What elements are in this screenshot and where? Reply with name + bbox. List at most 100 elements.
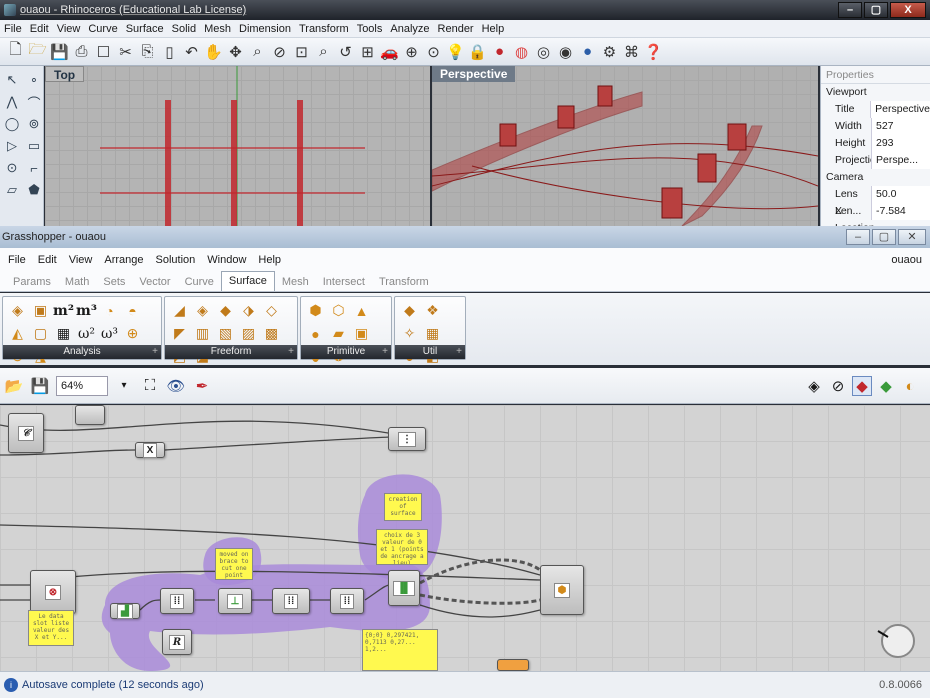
surface-closest-icon[interactable]: ◓ — [122, 300, 143, 321]
lock-icon[interactable]: 🔒 — [468, 42, 487, 61]
area-moments-icon[interactable]: m² — [53, 300, 74, 321]
menu-tools[interactable]: Tools — [357, 23, 383, 35]
new-file-icon[interactable]: 🗋 — [6, 41, 25, 61]
tab-surface[interactable]: Surface — [220, 271, 275, 291]
volume-icon[interactable]: ω² — [76, 323, 97, 344]
options-icon[interactable]: ⚙ — [600, 42, 619, 61]
box-props-icon[interactable]: ▣ — [30, 300, 51, 321]
domain-box-icon[interactable]: ⬡ — [328, 300, 349, 321]
box-2pt-icon[interactable]: ⬢ — [305, 300, 326, 321]
tab-mesh[interactable]: Mesh — [275, 273, 316, 291]
minimize-button[interactable]: – — [838, 2, 862, 18]
brep-edges-icon[interactable]: ⊕ — [122, 323, 143, 344]
perspective-viewport[interactable]: Perspective — [432, 66, 818, 226]
center-box-icon[interactable]: ▣ — [351, 323, 372, 344]
sketch-pen-icon[interactable]: ✒ — [192, 376, 212, 396]
zoom-extents-icon[interactable]: ⊡ — [292, 42, 311, 61]
loft-icon[interactable]: ◢ — [169, 300, 190, 321]
zoom-dropdown-icon[interactable]: ▾ — [114, 376, 134, 396]
properties-header[interactable]: Properties — [821, 66, 930, 84]
note-values-panel[interactable]: {0;0} 0,297421, 0,7113 0,27... 1,2... — [362, 629, 438, 671]
cap-holes-icon[interactable]: ❖ — [422, 300, 443, 321]
gh-param-component[interactable] — [75, 405, 105, 425]
selected-preview-icon[interactable]: ◆ — [876, 376, 896, 396]
pan-hand-icon[interactable]: ✋ — [204, 42, 223, 61]
menu-help[interactable]: Help — [482, 23, 505, 35]
gh-maximize-button[interactable]: ▢ — [872, 229, 896, 245]
sphere-icon[interactable]: ● — [578, 42, 597, 61]
open-folder-icon[interactable]: 🗁 — [28, 41, 47, 61]
polygon-tool-icon[interactable]: ▷ — [2, 136, 22, 156]
panel-analysis-label[interactable]: Analysis + — [3, 345, 161, 359]
copy-icon[interactable]: ⎘ — [138, 42, 157, 61]
gh-menu-arrange[interactable]: Arrange — [104, 254, 143, 266]
sweep-icon[interactable]: ◈ — [192, 300, 213, 321]
car-icon[interactable]: 🚗 — [380, 42, 399, 61]
box-icon[interactable]: ▢ — [30, 323, 51, 344]
gh-list-item-component-1[interactable]: ⁞⁞ — [160, 588, 194, 614]
gh-close-button[interactable]: ✕ — [898, 229, 926, 245]
fillet-tool-icon[interactable]: ⌐ — [24, 158, 44, 178]
zoom-icon[interactable]: ⌕ — [248, 42, 267, 61]
grasshopper-icon[interactable]: ⌘ — [622, 42, 641, 61]
four-viewports-icon[interactable]: ⊞ — [358, 42, 377, 61]
gh-top-right-component[interactable]: ⋮ — [388, 427, 426, 451]
fragment-patch-icon[interactable]: ▧ — [215, 323, 236, 344]
volume-3-icon[interactable]: ω³ — [99, 323, 120, 344]
gh-list-item-component-2[interactable]: ⊥ — [218, 588, 252, 614]
ellipse-tool-icon[interactable]: ⊙ — [2, 158, 22, 178]
prop-xlocation-field[interactable]: -7.584 — [871, 203, 930, 220]
divide-surface-icon[interactable]: ▦ — [422, 323, 443, 344]
tab-transform[interactable]: Transform — [372, 273, 436, 291]
rotate-view-icon[interactable]: ✥ — [226, 42, 245, 61]
gh-list-item-component-3[interactable]: ⁞⁞ — [272, 588, 310, 614]
rail-revolution-icon[interactable]: ⬗ — [238, 300, 259, 321]
cone-icon[interactable]: ▲ — [351, 300, 372, 321]
prop-lens-field[interactable]: 50.0 — [871, 186, 930, 203]
prop-projection-select[interactable]: Perspe... — [871, 152, 930, 169]
principal-curvature-icon[interactable]: ◭ — [7, 323, 28, 344]
menu-edit[interactable]: Edit — [30, 23, 49, 35]
zoom-selected-icon[interactable]: ⌕ — [314, 42, 333, 61]
menu-curve[interactable]: Curve — [88, 23, 117, 35]
gh-divide-component[interactable]: ⊗ — [30, 570, 76, 614]
gh-menu-help[interactable]: Help — [258, 254, 281, 266]
note-data-slot[interactable]: Le data slot liste valeur des X et Y... — [28, 610, 74, 646]
evaluate-surface-icon[interactable]: ◔ — [99, 300, 120, 321]
note-moved-brace[interactable]: moved on brace to cut one point — [215, 548, 253, 580]
light-icon[interactable]: 💡 — [446, 42, 465, 61]
preview-mesh-icon[interactable]: ◐ — [900, 376, 920, 396]
gh-curve-component[interactable]: 𝒞 — [8, 413, 44, 453]
panel-freeform-label[interactable]: Freeform + — [165, 345, 297, 359]
top-viewport[interactable]: Top — [45, 66, 430, 226]
close-button[interactable]: X — [890, 2, 926, 18]
undo-icon[interactable]: ↶ — [182, 42, 201, 61]
surface-from-points-icon[interactable]: ◇ — [261, 300, 282, 321]
gh-surface-component[interactable]: ▐▌ — [388, 570, 420, 606]
menu-transform[interactable]: Transform — [299, 23, 349, 35]
no-preview-icon[interactable]: ⊘ — [828, 376, 848, 396]
shaded-icon[interactable]: ● — [490, 42, 509, 61]
color-wheel-icon[interactable]: ◍ — [512, 42, 531, 61]
print-icon[interactable]: ⎙ — [72, 42, 91, 61]
edge-surface-icon[interactable]: ▨ — [238, 323, 259, 344]
gh-menu-view[interactable]: View — [69, 254, 93, 266]
zoom-window-icon[interactable]: ⊘ — [270, 42, 289, 61]
menu-solid[interactable]: Solid — [172, 23, 196, 35]
menu-view[interactable]: View — [57, 23, 81, 35]
material-icon[interactable]: ◉ — [556, 42, 575, 61]
gh-orange-component[interactable] — [497, 659, 529, 671]
zoom-level-field[interactable]: 64% — [56, 375, 108, 396]
gh-graph-component[interactable]: ▟ — [110, 603, 140, 619]
curve-tool-icon[interactable]: ⌒ — [24, 92, 44, 112]
menu-file[interactable]: File — [4, 23, 22, 35]
open-file-icon[interactable]: 📂 — [4, 376, 24, 396]
volume-moments-icon[interactable]: m³ — [76, 300, 97, 321]
properties-icon[interactable]: ☐ — [94, 42, 113, 61]
menu-analyze[interactable]: Analyze — [390, 23, 429, 35]
maximize-button[interactable]: ▢ — [864, 2, 888, 18]
panel-util-label[interactable]: Util + — [395, 345, 465, 359]
paste-icon[interactable]: ▯ — [160, 42, 179, 61]
menu-dimension[interactable]: Dimension — [239, 23, 291, 35]
zoom-extents-icon[interactable]: ⛶ — [140, 376, 160, 396]
